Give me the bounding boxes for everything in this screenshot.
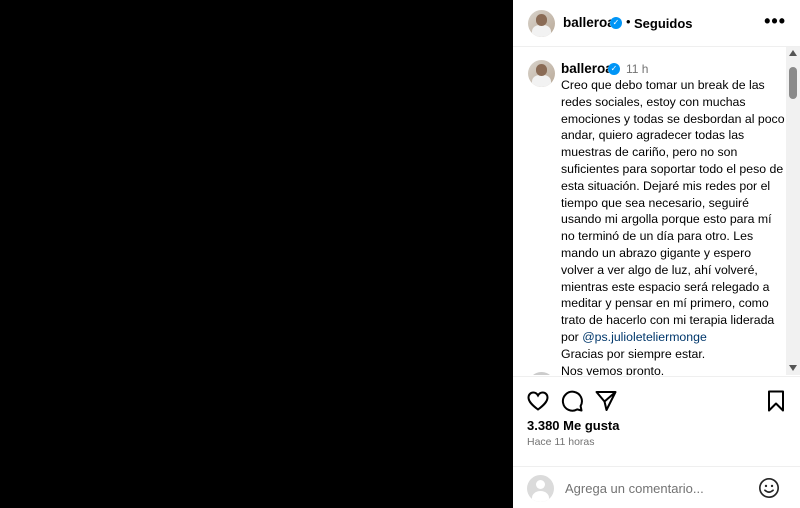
comment-bubble-icon[interactable] — [560, 389, 584, 413]
caption-username[interactable]: balleroa — [561, 61, 613, 76]
caption-text: Creo que debo tomar un break de las rede… — [561, 77, 786, 375]
add-comment-bar — [513, 466, 800, 508]
next-comment-avatar[interactable] — [528, 372, 555, 375]
separator-dot: • — [626, 14, 631, 29]
verified-badge-icon: ✓ — [608, 63, 620, 75]
post-time-ago: Hace 11 horas — [527, 436, 595, 448]
author-username[interactable]: balleroa — [563, 15, 615, 30]
follow-status-button[interactable]: Seguidos — [634, 16, 693, 31]
more-options-icon[interactable]: ••• — [764, 11, 786, 31]
caption-thanks-line: Gracias por siempre estar. — [561, 346, 706, 361]
current-user-avatar — [527, 475, 554, 502]
emoji-icon[interactable] — [758, 477, 780, 499]
like-heart-icon[interactable] — [526, 389, 550, 413]
actions-section: 3.380 Me gusta Hace 11 horas — [513, 376, 800, 508]
save-bookmark-icon[interactable] — [764, 389, 788, 413]
author-avatar[interactable] — [528, 10, 555, 37]
post-media — [0, 0, 513, 508]
caption-avatar[interactable] — [528, 60, 555, 87]
post-header: balleroa ✓ • Seguidos ••• — [513, 0, 800, 47]
comments-area: balleroa ✓ 11 h Creo que debo tomar un b… — [513, 48, 800, 375]
share-send-icon[interactable] — [594, 389, 618, 413]
mention-link[interactable]: @ps.julioleteliermonge — [582, 330, 707, 344]
scroll-down-arrow-icon[interactable] — [789, 365, 797, 371]
verified-badge-icon: ✓ — [610, 17, 622, 29]
caption-bye-line: Nos vemos pronto. — [561, 363, 665, 375]
comments-scrollbar[interactable] — [786, 47, 800, 375]
caption-time: 11 h — [626, 62, 649, 76]
comment-input[interactable] — [565, 478, 755, 498]
likes-count[interactable]: 3.380 Me gusta — [527, 418, 620, 433]
caption-body: Creo que debo tomar un break de las rede… — [561, 78, 785, 344]
post-panel: balleroa ✓ • Seguidos ••• balleroa ✓ 11 … — [513, 0, 800, 508]
scroll-up-arrow-icon[interactable] — [789, 50, 797, 56]
scroll-thumb[interactable] — [789, 67, 797, 99]
